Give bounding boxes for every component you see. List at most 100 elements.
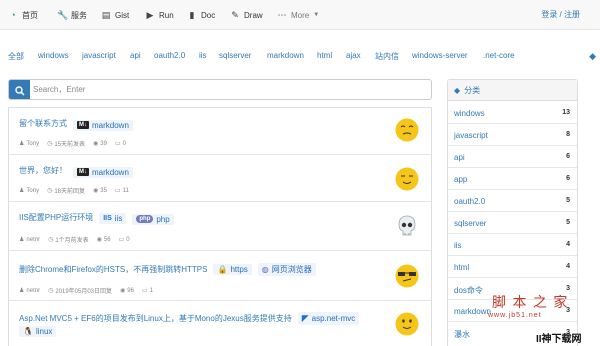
eye-icon: ◉ bbox=[96, 237, 102, 243]
eye-icon: ◉ bbox=[93, 188, 99, 194]
category-item[interactable]: sqlserver 5 bbox=[448, 212, 577, 234]
nav-services[interactable]: 🔧 服务 bbox=[57, 9, 87, 21]
tag-all[interactable]: 全部 bbox=[8, 51, 24, 62]
chip-label: markdown bbox=[92, 120, 129, 130]
tag-sqlserver[interactable]: sqlserver bbox=[219, 51, 251, 60]
post-title-link[interactable]: 删除Chrome和Firefox的HSTS，不再强制跳转HTTPS bbox=[19, 265, 207, 274]
tag-api[interactable]: api bbox=[130, 51, 141, 60]
author[interactable]: ♟ netnr bbox=[19, 236, 40, 244]
login-register-link[interactable]: 登录 / 注册 bbox=[541, 9, 580, 20]
dots-icon: ⋯ bbox=[277, 9, 287, 20]
comment-icon: ▭ bbox=[118, 237, 125, 243]
nav-home[interactable]: ◔ 首页 bbox=[8, 9, 38, 21]
category-item[interactable]: oauth2.0 5 bbox=[448, 190, 577, 212]
post-title-link[interactable]: IIS配置PHP运行环境 bbox=[19, 213, 93, 222]
post-tag-chip[interactable]: ◤ asp.net-mvc bbox=[297, 312, 360, 325]
nav-draw[interactable]: ✎ Draw bbox=[230, 9, 262, 21]
user-icon: ♟ bbox=[19, 141, 25, 147]
comments: ▭ 1 bbox=[141, 287, 153, 295]
comments: ▭ 0 bbox=[118, 236, 130, 244]
category-item[interactable]: html 4 bbox=[448, 256, 577, 278]
post-item: 留个联系方式 M↓ markdown ♟ Tony ◷ 15天前发表 ◉ 39 ▭ 0 bbox=[9, 108, 431, 155]
post-title-link[interactable]: Asp.Net MVC5 + EF6的项目发布到Linux上，基于Mono的Je… bbox=[19, 314, 292, 323]
post-meta: ♟ Tony ◷ 15天前发表 ◉ 39 ▭ 0 bbox=[19, 139, 126, 149]
tag-markdown[interactable]: markdown bbox=[267, 51, 304, 60]
file-icon: ▤ bbox=[101, 9, 111, 20]
post-list: 留个联系方式 M↓ markdown ♟ Tony ◷ 15天前发表 ◉ 39 ▭ 0 世界… bbox=[8, 107, 432, 346]
nav-doc[interactable]: ▮ Doc bbox=[187, 9, 216, 21]
tag-javascript[interactable]: javascript bbox=[82, 51, 116, 60]
eye-icon: ◉ bbox=[93, 141, 99, 147]
chip-label: https bbox=[230, 265, 248, 274]
tag-net-core[interactable]: .net-core bbox=[483, 51, 515, 60]
post-tag-chip[interactable]: M↓ markdown bbox=[73, 166, 133, 178]
user-icon: ♟ bbox=[19, 188, 25, 194]
category-item[interactable]: app 6 bbox=[448, 168, 577, 190]
tag-oauth[interactable]: oauth2.0 bbox=[154, 51, 185, 60]
avatar[interactable] bbox=[395, 264, 419, 288]
tag-icon: ◆ bbox=[454, 85, 461, 95]
search-button[interactable] bbox=[9, 80, 30, 99]
tag-iis[interactable]: iis bbox=[199, 51, 207, 60]
comment-icon: ▭ bbox=[114, 141, 121, 147]
author[interactable]: ♟ Tony bbox=[19, 187, 39, 195]
author[interactable]: ♟ Tony bbox=[19, 140, 39, 148]
post-tag-chip[interactable]: M↓ markdown bbox=[73, 119, 133, 131]
post-tag-chip[interactable]: ◍ 网页浏览器 bbox=[257, 263, 316, 276]
nav-gist-label: Gist bbox=[115, 10, 130, 20]
comments: ▭ 11 bbox=[114, 187, 129, 195]
watermark-url: www.jb51.net bbox=[488, 312, 542, 319]
post-title-link[interactable]: 留个联系方式 bbox=[19, 119, 67, 128]
avatar[interactable] bbox=[395, 312, 419, 336]
comment-icon: ▭ bbox=[114, 188, 121, 194]
tag-inbox[interactable]: 站内信 bbox=[375, 51, 399, 62]
post-meta: ♟ netnr ◷ 1个月前发表 ◉ 56 ▭ 0 bbox=[19, 235, 130, 245]
views: ◉ 56 bbox=[96, 236, 111, 244]
category-item[interactable]: iis 4 bbox=[448, 234, 577, 256]
tag-html[interactable]: html bbox=[317, 51, 332, 60]
clock-icon: ◷ bbox=[47, 141, 53, 147]
category-item[interactable]: javascript 8 bbox=[448, 124, 577, 146]
chip-label: asp.net-mvc bbox=[311, 314, 356, 323]
avatar[interactable] bbox=[395, 214, 419, 238]
markdown-logo-icon: M↓ bbox=[77, 121, 89, 129]
time: ◷ 1个月前发表 bbox=[48, 237, 89, 244]
chip-label: php bbox=[156, 214, 170, 224]
category-item[interactable]: windows 13 bbox=[448, 102, 577, 124]
nav-more-label: More bbox=[291, 10, 310, 20]
tag-windows[interactable]: windows bbox=[38, 51, 69, 60]
book-icon: ▮ bbox=[189, 9, 195, 20]
views: ◉ 39 bbox=[93, 140, 107, 148]
post-tag-chip[interactable]: IIS iis bbox=[99, 213, 127, 224]
author[interactable]: ♟ netnr bbox=[19, 287, 40, 295]
post-tag-chip[interactable]: 🔒 https bbox=[213, 264, 252, 275]
tag-ajax[interactable]: ajax bbox=[346, 51, 361, 60]
nav-more-dropdown[interactable]: ⋯ More ▼ bbox=[277, 9, 320, 21]
iis-logo-icon: IIS bbox=[103, 215, 112, 222]
search-box bbox=[8, 79, 432, 100]
nav-home-label: 首页 bbox=[22, 10, 38, 20]
watermark-logo: 脚 本 之 家 bbox=[492, 295, 569, 311]
comment-icon: ▭ bbox=[141, 288, 148, 294]
tag-windows-server[interactable]: windows-server bbox=[412, 51, 468, 60]
nav-run[interactable]: ▶ Run bbox=[145, 9, 174, 21]
nav-gist[interactable]: ▤ Gist bbox=[101, 9, 130, 21]
tags-icon[interactable]: ◆ bbox=[589, 51, 596, 62]
post-tag-chip[interactable]: php php bbox=[132, 213, 174, 225]
nav-services-label: 服务 bbox=[71, 10, 87, 20]
top-navbar: ◔ 首页 🔧 服务 ▤ Gist ▶ Run ▮ Doc ✎ Draw ⋯ Mo… bbox=[0, 0, 600, 30]
avatar[interactable] bbox=[395, 118, 419, 142]
markdown-logo-icon: M↓ bbox=[77, 168, 89, 176]
caret-down-icon: ▼ bbox=[313, 12, 320, 18]
search-input[interactable] bbox=[33, 80, 429, 99]
category-item[interactable]: api 6 bbox=[448, 146, 577, 168]
chip-label: linux bbox=[35, 327, 53, 336]
post-title-link[interactable]: 世界，您好！ bbox=[19, 166, 67, 175]
post-tag-chip[interactable]: 🐧 linux bbox=[19, 326, 57, 337]
avatar[interactable] bbox=[395, 167, 419, 191]
lock-icon: 🔒 bbox=[217, 265, 228, 274]
php-logo-icon: php bbox=[136, 215, 154, 223]
time: ◷ 15天前发表 bbox=[47, 141, 86, 148]
clock-icon: ◷ bbox=[48, 237, 54, 243]
time: ◷ 18天前回复 bbox=[47, 188, 86, 195]
